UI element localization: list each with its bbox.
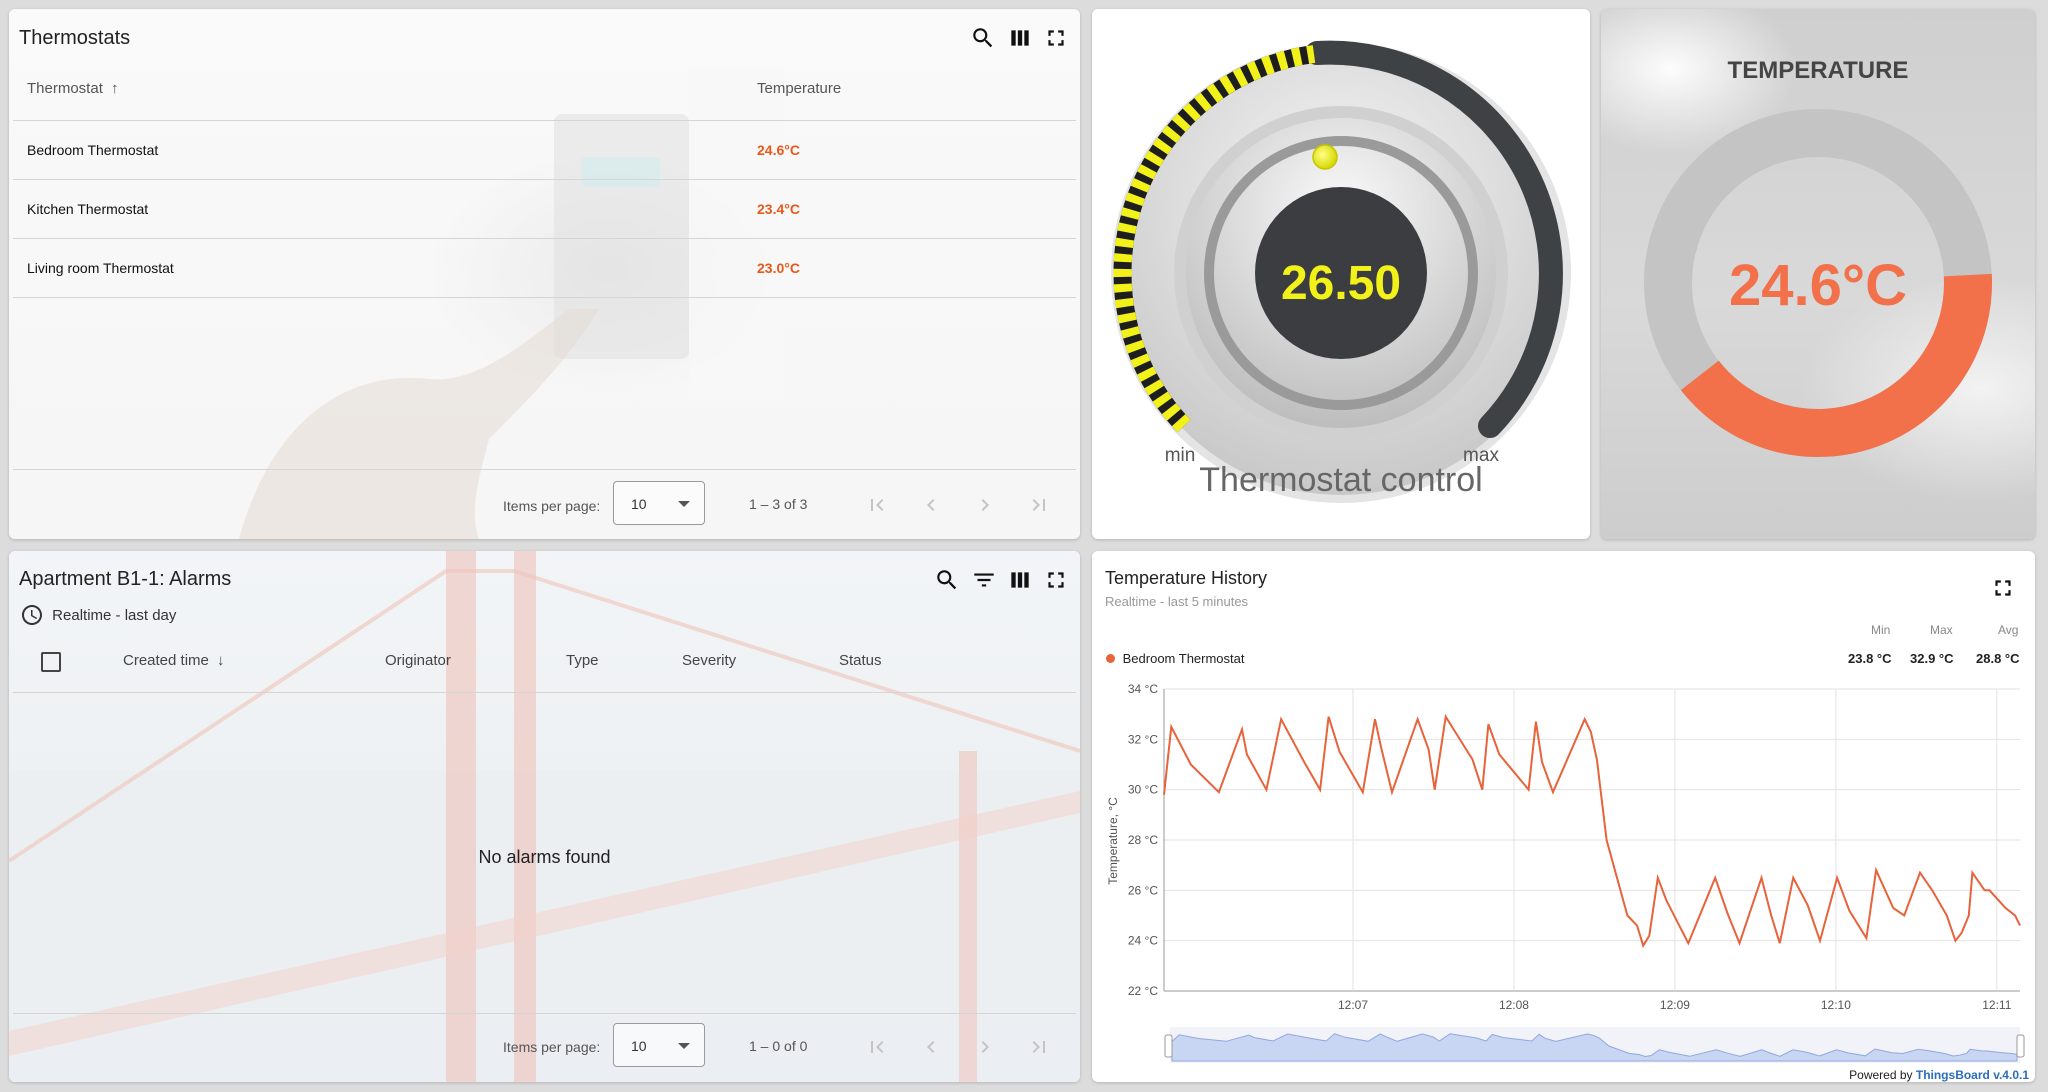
empty-state-text: No alarms found bbox=[478, 847, 611, 867]
thingsboard-link[interactable]: ThingsBoard v.4.0.1 bbox=[1916, 1068, 2029, 1082]
previous-page-icon[interactable] bbox=[919, 1035, 943, 1059]
thermostat-name: Living room Thermostat bbox=[27, 260, 174, 276]
y-tick-label: 28 °C bbox=[1128, 833, 1158, 847]
sort-arrow-down-icon: ↓ bbox=[217, 652, 225, 669]
clock-icon bbox=[22, 605, 42, 625]
x-tick-label: 12:10 bbox=[1821, 998, 1851, 1012]
thermostat-temperature: 23.0°C bbox=[757, 260, 800, 276]
sort-arrow-up-icon: ↑ bbox=[111, 80, 119, 97]
columns-icon[interactable] bbox=[1007, 25, 1033, 51]
next-page-icon[interactable] bbox=[973, 1035, 997, 1059]
columns-icon[interactable] bbox=[1007, 567, 1033, 593]
x-tick-label: 12:09 bbox=[1660, 998, 1690, 1012]
divider bbox=[13, 179, 1076, 180]
divider bbox=[13, 1013, 1076, 1014]
temperature-gauge-widget: TEMPERATURE 24.6°C bbox=[1601, 9, 2035, 539]
items-per-page-label: Items per page: bbox=[503, 1039, 601, 1055]
column-header-temperature[interactable]: Temperature bbox=[757, 80, 841, 97]
page-size-select[interactable]: 10 bbox=[613, 1023, 705, 1067]
search-icon[interactable] bbox=[970, 25, 996, 51]
first-page-icon[interactable] bbox=[865, 1035, 889, 1059]
y-tick-label: 24 °C bbox=[1128, 934, 1158, 948]
navigator-left-handle[interactable] bbox=[1164, 1034, 1173, 1058]
fullscreen-icon[interactable] bbox=[1043, 25, 1069, 51]
y-tick-label: 26 °C bbox=[1128, 883, 1158, 897]
x-tick-label: 12:08 bbox=[1499, 998, 1529, 1012]
page-range: 1 – 0 of 0 bbox=[749, 1038, 808, 1054]
divider bbox=[13, 297, 1076, 298]
series-line-bedroom-thermostat bbox=[1163, 713, 2021, 949]
x-tick-label: 12:07 bbox=[1338, 998, 1368, 1012]
first-page-icon[interactable] bbox=[865, 493, 889, 517]
next-page-icon[interactable] bbox=[973, 493, 997, 517]
last-page-icon[interactable] bbox=[1027, 493, 1051, 517]
gauge: TEMPERATURE 24.6°C bbox=[1644, 57, 1992, 457]
divider bbox=[13, 692, 1076, 693]
thermostats-widget: Thermostats Thermostat ↑ Temperature Bed… bbox=[9, 9, 1080, 539]
chevron-down-icon bbox=[678, 1043, 690, 1049]
column-header-status[interactable]: Status bbox=[839, 652, 882, 669]
search-icon[interactable] bbox=[934, 567, 960, 593]
page-range: 1 – 3 of 3 bbox=[749, 496, 808, 512]
filter-icon[interactable] bbox=[971, 567, 997, 593]
navigator-right-handle[interactable] bbox=[2016, 1034, 2025, 1058]
items-per-page-label: Items per page: bbox=[503, 498, 601, 514]
column-header-severity[interactable]: Severity bbox=[682, 652, 736, 669]
page-size-value: 10 bbox=[631, 1038, 647, 1054]
widget-title: Apartment B1-1: Alarms bbox=[19, 568, 232, 590]
thermostat-name: Kitchen Thermostat bbox=[27, 201, 149, 217]
thermostat-knob[interactable]: 26.50 min max Thermostat control bbox=[1092, 9, 1590, 539]
last-page-icon[interactable] bbox=[1027, 1035, 1051, 1059]
thermostat-control-widget: 26.50 min max Thermostat control bbox=[1092, 9, 1590, 539]
temperature-history-widget: Temperature History Realtime - last 5 mi… bbox=[1092, 551, 2035, 1082]
chevron-down-icon bbox=[678, 501, 690, 507]
y-tick-label: 22 °C bbox=[1128, 984, 1158, 998]
background-photo bbox=[9, 551, 1080, 1082]
column-header-created-time[interactable]: Created time ↓ bbox=[123, 652, 225, 669]
knob-indicator-dot bbox=[1312, 144, 1338, 170]
alarms-widget: Apartment B1-1: Alarms Realtime - last d… bbox=[9, 551, 1080, 1082]
column-header-type[interactable]: Type bbox=[566, 652, 599, 669]
control-title: Thermostat control bbox=[1199, 461, 1482, 499]
divider bbox=[13, 469, 1076, 470]
powered-by-prefix: Powered by bbox=[1849, 1068, 1916, 1082]
thermostat-name: Bedroom Thermostat bbox=[27, 142, 159, 158]
timewindow-label: Realtime - last day bbox=[52, 606, 177, 624]
page-size-value: 10 bbox=[631, 496, 647, 512]
min-label: min bbox=[1165, 445, 1196, 466]
x-tick-label: 12:11 bbox=[1982, 998, 2011, 1012]
divider bbox=[13, 120, 1076, 121]
column-label: Created time bbox=[123, 652, 209, 669]
column-header-originator[interactable]: Originator bbox=[385, 652, 451, 669]
select-all-checkbox[interactable] bbox=[41, 652, 61, 672]
column-label: Thermostat bbox=[27, 80, 103, 97]
powered-by: Powered by ThingsBoard v.4.0.1 bbox=[1849, 1068, 2029, 1082]
thermostat-temperature: 23.4°C bbox=[757, 201, 800, 217]
y-tick-label: 34 °C bbox=[1128, 682, 1158, 696]
widget-title: Thermostats bbox=[19, 27, 131, 49]
y-axis-label: Temperature, °C bbox=[1106, 797, 1120, 885]
y-tick-label: 30 °C bbox=[1128, 783, 1158, 797]
gauge-value: 24.6°C bbox=[1729, 253, 1907, 318]
divider bbox=[13, 238, 1076, 239]
setpoint-value: 26.50 bbox=[1281, 257, 1401, 310]
previous-page-icon[interactable] bbox=[919, 493, 943, 517]
timewindow[interactable]: Realtime - last day bbox=[20, 603, 176, 627]
gauge-title: TEMPERATURE bbox=[1728, 57, 1909, 84]
column-header-thermostat[interactable]: Thermostat ↑ bbox=[27, 80, 119, 97]
thermostat-temperature: 24.6°C bbox=[757, 142, 800, 158]
line-chart: 22 °C 24 °C 26 °C 28 °C 30 °C 32 °C 34 °C 12:0… bbox=[1106, 682, 2025, 1063]
page-size-select[interactable]: 10 bbox=[613, 481, 705, 525]
y-tick-label: 32 °C bbox=[1128, 732, 1158, 746]
fullscreen-icon[interactable] bbox=[1043, 567, 1069, 593]
